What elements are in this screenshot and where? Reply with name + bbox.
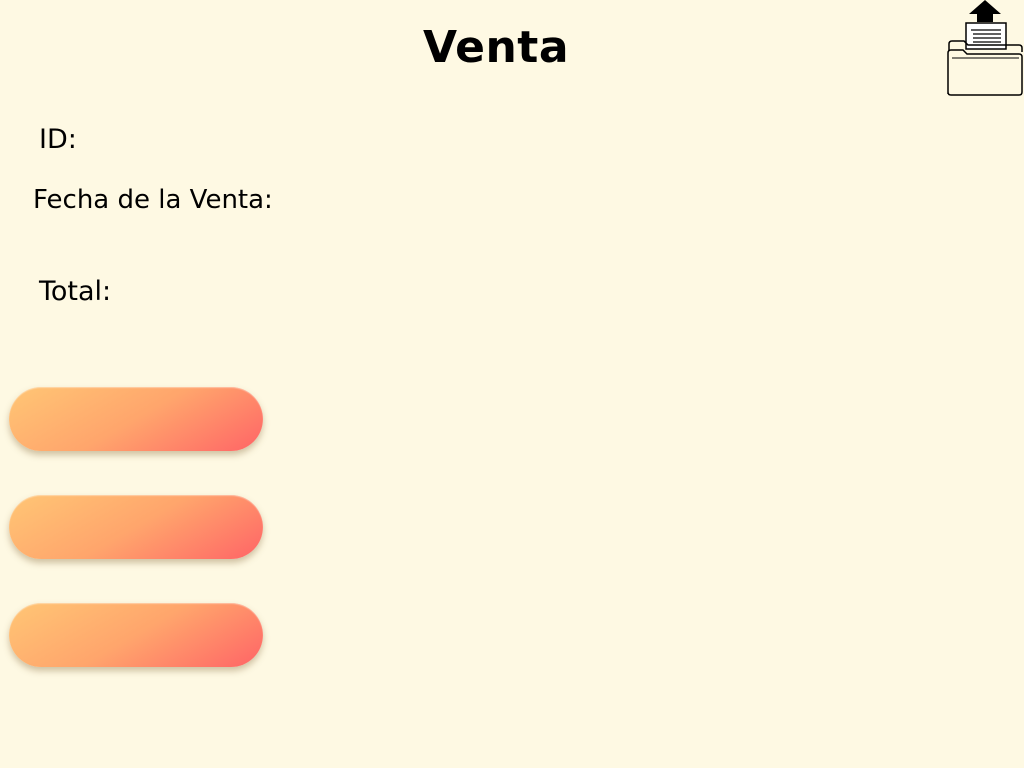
action-button-2[interactable] xyxy=(9,495,263,559)
export-folder-button[interactable] xyxy=(946,0,1024,97)
page-title: Venta xyxy=(422,22,570,73)
sale-date-label: Fecha de la Venta: xyxy=(33,185,273,215)
action-button-3[interactable] xyxy=(9,603,263,667)
total-label: Total: xyxy=(39,276,112,307)
id-label: ID: xyxy=(39,124,77,155)
venta-screen: Venta ID: Fecha de la Venta: Total: xyxy=(0,0,1024,768)
action-button-1[interactable] xyxy=(9,387,263,451)
folder-upload-icon xyxy=(947,0,1023,96)
